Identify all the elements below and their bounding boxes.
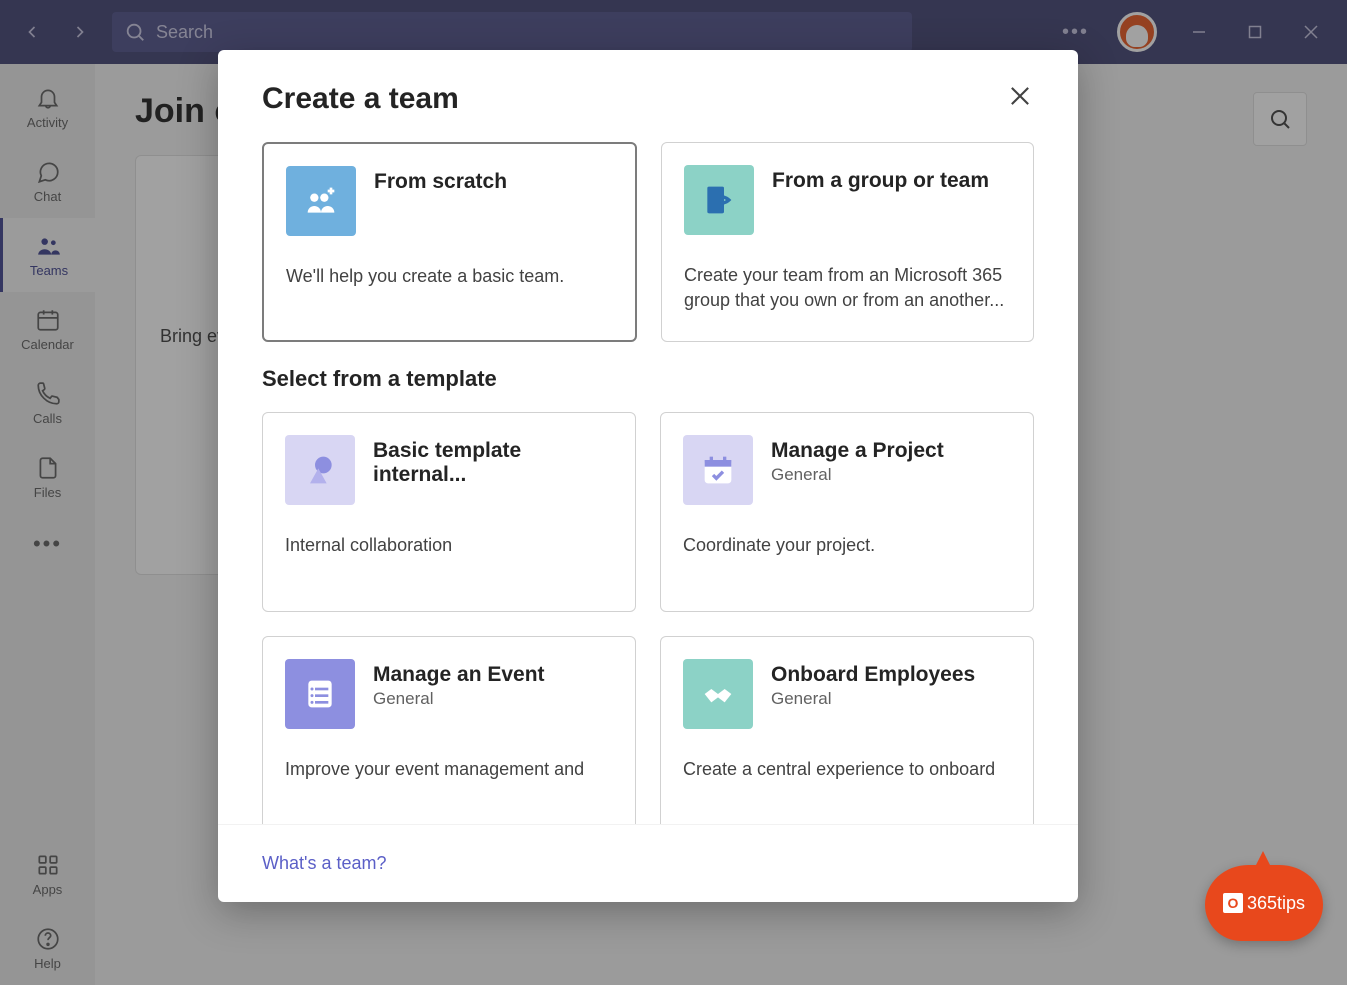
group-arrow-icon	[684, 165, 754, 235]
template-subtitle: General	[771, 465, 944, 485]
modal-footer: What's a team?	[218, 824, 1078, 902]
template-description: Create a central experience to onboard	[683, 757, 1011, 782]
modal-close-button[interactable]	[1006, 82, 1034, 110]
template-manage-project[interactable]: Manage a Project General Coordinate your…	[660, 412, 1034, 612]
badge-text: 365tips	[1247, 893, 1305, 914]
office-icon: O	[1223, 893, 1243, 913]
option-title: From scratch	[374, 170, 507, 194]
handshake-icon	[683, 659, 753, 729]
checklist-icon	[285, 659, 355, 729]
template-description: Improve your event management and	[285, 757, 613, 782]
site-badge[interactable]: O 365tips	[1205, 865, 1323, 941]
modal-title: Create a team	[262, 82, 459, 116]
template-description: Internal collaboration	[285, 533, 613, 558]
template-manage-event[interactable]: Manage an Event General Improve your eve…	[262, 636, 636, 824]
option-description: Create your team from an Microsoft 365 g…	[684, 263, 1011, 313]
close-icon	[1006, 82, 1034, 110]
template-title: Onboard Employees	[771, 663, 975, 687]
template-subtitle: General	[771, 689, 975, 709]
template-title: Manage an Event	[373, 663, 545, 687]
template-subtitle: General	[373, 689, 545, 709]
create-team-modal: Create a team From scratch We'll help yo…	[218, 50, 1078, 902]
template-title: Basic template internal...	[373, 439, 613, 487]
shapes-icon	[285, 435, 355, 505]
calendar-check-icon	[683, 435, 753, 505]
people-plus-icon	[286, 166, 356, 236]
template-description: Coordinate your project.	[683, 533, 1011, 558]
template-basic-internal[interactable]: Basic template internal... Internal coll…	[262, 412, 636, 612]
templates-heading: Select from a template	[262, 366, 1034, 392]
option-title: From a group or team	[772, 169, 989, 193]
template-title: Manage a Project	[771, 439, 944, 463]
whats-a-team-link[interactable]: What's a team?	[262, 853, 387, 873]
option-description: We'll help you create a basic team.	[286, 264, 613, 289]
option-from-group[interactable]: From a group or team Create your team fr…	[661, 142, 1034, 342]
modal-body[interactable]: From scratch We'll help you create a bas…	[218, 116, 1078, 824]
template-onboard-employees[interactable]: Onboard Employees General Create a centr…	[660, 636, 1034, 824]
option-from-scratch[interactable]: From scratch We'll help you create a bas…	[262, 142, 637, 342]
